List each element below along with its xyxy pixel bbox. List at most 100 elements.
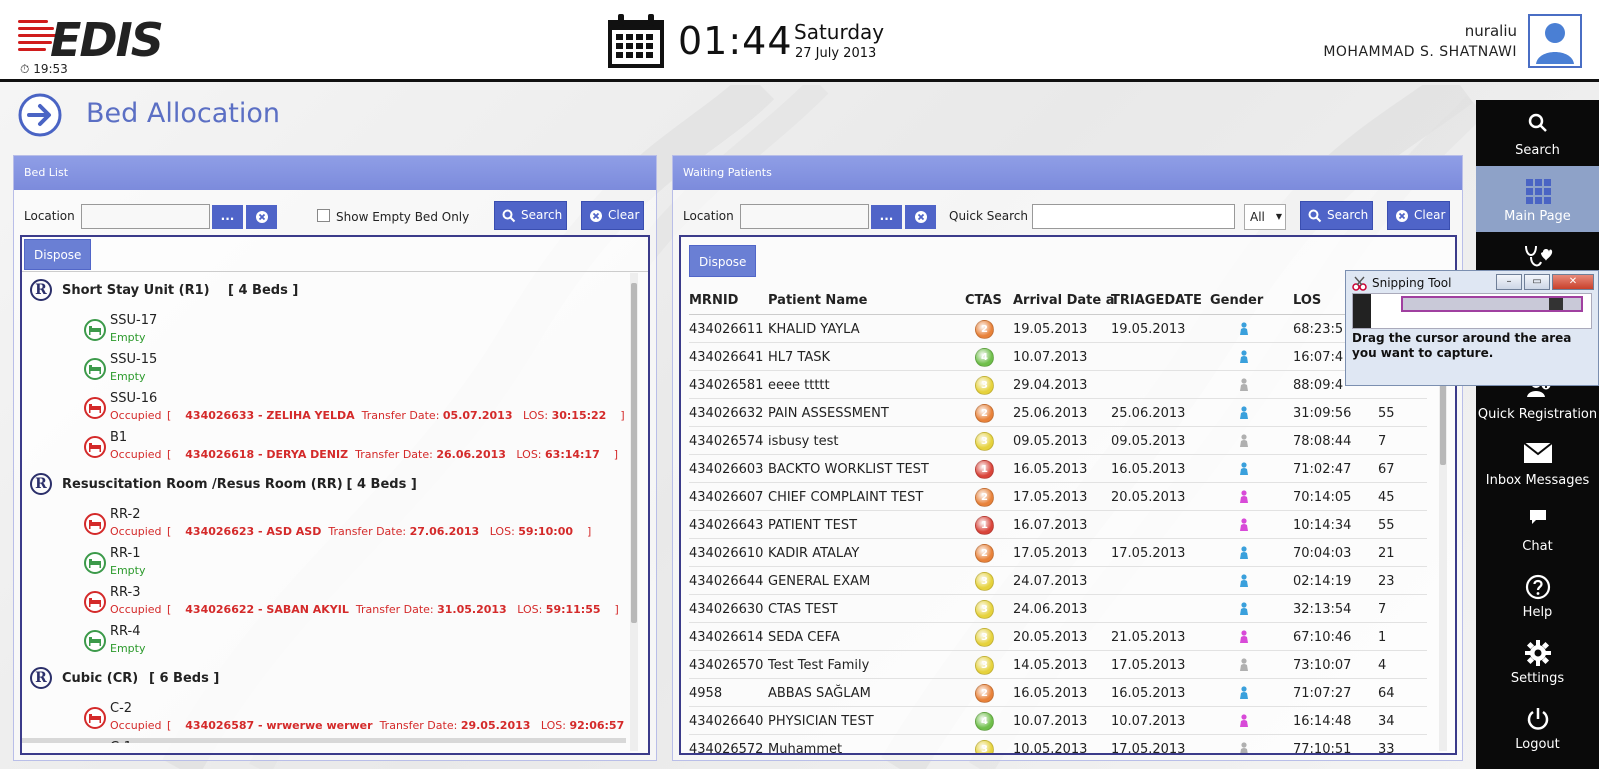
bed-item[interactable]: RR-3 Occupied [ 434026622 - SABAN AKYIL Tr… xyxy=(22,583,626,622)
bed-empty-icon xyxy=(84,630,106,652)
male-icon xyxy=(1240,462,1248,475)
bed-item[interactable]: C-1Occupied[ 734 - SUDE KOZAN Transfer D… xyxy=(22,738,626,743)
male-icon xyxy=(1240,602,1248,615)
table-row[interactable]: 434026632 PAIN ASSESSMENT 2 25.06.2013 25.06… xyxy=(689,399,1427,427)
bed-occupant-detail: [ 434026633 - ZELIHA YELDA Transfer Date… xyxy=(167,409,625,422)
user-avatar[interactable] xyxy=(1528,14,1582,68)
snipping-tool-window[interactable]: Snipping Tool – ▭ ✕ Drag the cursor arou… xyxy=(1345,270,1599,386)
bed-item[interactable]: SSU-15 Empty xyxy=(22,350,626,389)
sidebar-item-logout[interactable]: Logout xyxy=(1476,694,1599,760)
los-label: LOS: xyxy=(540,719,566,732)
sidebar-item-main-page[interactable]: Main Page xyxy=(1476,166,1599,232)
bed-group-header[interactable]: R Resuscitation Room /Resus Room (RR) [ 4 … xyxy=(22,467,626,505)
arrival-date-cell: 20.05.2013 xyxy=(1013,630,1088,645)
bed-name: SSU-16 xyxy=(110,391,158,406)
maximize-button[interactable]: ▭ xyxy=(1524,274,1550,290)
table-row[interactable]: 434026614 SEDA CEFA 3 20.05.2013 21.05.2013 6… xyxy=(689,623,1427,651)
bed-item[interactable]: RR-2 Occupied [ 434026623 - ASD ASD Transf… xyxy=(22,505,626,544)
sidebar-item-settings[interactable]: Settings xyxy=(1476,628,1599,694)
table-row[interactable]: 434026603 BACKTO WORKLIST TEST 1 16.05.2013… xyxy=(689,455,1427,483)
bed-list-scrollbar[interactable] xyxy=(630,273,638,751)
show-empty-bed-checkbox[interactable] xyxy=(317,209,330,222)
los-cell: 70:04:03 xyxy=(1293,546,1352,561)
ctas-level-badge: 2 xyxy=(975,320,994,339)
table-row[interactable]: 434026572 Muhammet 3 10.05.2013 17.05.2013 77… xyxy=(689,735,1427,753)
patient-name-cell: GENERAL EXAM xyxy=(768,574,871,589)
close-window-button[interactable]: ✕ xyxy=(1552,274,1594,290)
sidebar-item-label: Logout xyxy=(1515,737,1560,752)
bed-list-container: Dispose R Short Stay Unit (R1) [ 4 Beds ] S… xyxy=(20,235,650,755)
sidebar-item-inbox-messages[interactable]: Inbox Messages xyxy=(1476,430,1599,496)
waiting-search-button[interactable]: Search xyxy=(1300,201,1373,230)
bed-status: Occupied xyxy=(110,525,162,538)
table-row[interactable]: 434026643 PATIENT TEST 1 16.07.2013 10:14:34… xyxy=(689,511,1427,539)
transfer-date-value: 31.05.2013 xyxy=(437,603,507,616)
table-row[interactable]: 434026574 isbusy test 3 09.05.2013 09.05.201… xyxy=(689,427,1427,455)
transfer-date-value: 29.05.2013 xyxy=(460,719,531,732)
column-header[interactable]: TRIAGEDATE xyxy=(1111,293,1202,308)
table-row[interactable]: 434026611 KHALID YAYLA 2 19.05.2013 19.05.20… xyxy=(689,315,1427,343)
calendar-icon xyxy=(608,14,664,68)
waiting-dispose-button[interactable]: Dispose xyxy=(689,245,757,277)
column-header[interactable]: Arrival Date a xyxy=(1013,293,1114,308)
bed-location-browse-button[interactable]: ... xyxy=(212,205,243,229)
patient-name-cell: SEDA CEFA xyxy=(768,630,840,645)
bed-group-count: [ 6 Beds ] xyxy=(149,671,219,686)
bed-item[interactable]: SSU-17 Empty xyxy=(22,311,626,350)
waiting-location-clear-button[interactable] xyxy=(905,205,936,229)
bed-location-input[interactable] xyxy=(81,204,210,229)
sidebar-item-search[interactable]: Search xyxy=(1476,100,1599,166)
bed-name: RR-4 xyxy=(110,624,141,639)
quick-search-input[interactable] xyxy=(1032,204,1235,229)
room-r-icon: R xyxy=(30,473,52,495)
triage-date-cell: 17.05.2013 xyxy=(1111,546,1186,561)
table-row[interactable]: 434026610 KADIR ATALAY 2 17.05.2013 17.05.20… xyxy=(689,539,1427,567)
bed-list-scroll-thumb[interactable] xyxy=(631,283,637,623)
bed-occupied-icon xyxy=(84,436,106,458)
bed-item[interactable]: B1 Occupied [ 434026618 - DERYA DENIZ Tran… xyxy=(22,428,626,467)
close-circle-icon xyxy=(1396,210,1408,222)
bed-dispose-button[interactable]: Dispose xyxy=(24,239,92,270)
waiting-location-browse-button[interactable]: ... xyxy=(871,205,902,229)
bed-clear-button[interactable]: Clear xyxy=(581,201,644,230)
table-row[interactable]: 434026581 eeee ttttt 3 29.04.2013 88:09:4 xyxy=(689,371,1427,399)
column-header[interactable]: Gender xyxy=(1210,293,1263,308)
column-header[interactable]: CTAS xyxy=(965,293,1002,308)
bed-item[interactable]: SSU-16 Occupied [ 434026633 - ZELIHA YELDA… xyxy=(22,389,626,428)
column-header[interactable]: MRNID xyxy=(689,293,738,308)
bed-location-clear-button[interactable] xyxy=(246,205,277,229)
waiting-location-input[interactable] xyxy=(740,204,869,229)
waiting-clear-button[interactable]: Clear xyxy=(1387,201,1450,230)
column-header[interactable]: Patient Name xyxy=(768,293,867,308)
table-row[interactable]: 434026644 GENERAL EXAM 3 24.07.2013 02:14:19… xyxy=(689,567,1427,595)
table-row[interactable]: 434026641 HL7 TASK 4 10.07.2013 16:07:4 xyxy=(689,343,1427,371)
table-row[interactable]: 434026607 CHIEF COMPLAINT TEST 2 17.05.2013… xyxy=(689,483,1427,511)
bed-item[interactable]: RR-4 Empty xyxy=(22,622,626,661)
bed-group-header[interactable]: R Cubic (CR) [ 6 Beds ] xyxy=(22,661,626,699)
arrival-date-cell: 24.06.2013 xyxy=(1013,602,1088,617)
extra-cell: 23 xyxy=(1378,574,1395,589)
column-header[interactable]: LOS xyxy=(1293,293,1321,308)
bed-search-button[interactable]: Search xyxy=(494,201,567,230)
elapsed-time-value: 19:53 xyxy=(33,62,68,76)
table-row[interactable]: 4958 ABBAS SAĞLAM 2 16.05.2013 16.05.2013 71:… xyxy=(689,679,1427,707)
mrnid-cell: 434026581 xyxy=(689,378,764,393)
bed-item[interactable]: RR-1 Empty xyxy=(22,544,626,583)
bed-name: RR-2 xyxy=(110,507,141,522)
extra-cell: 34 xyxy=(1378,714,1395,729)
minimize-button[interactable]: – xyxy=(1496,274,1522,290)
bed-group-name: Cubic (CR) xyxy=(62,671,139,686)
table-row[interactable]: 434026570 Test Test Family 3 14.05.2013 17.0… xyxy=(689,651,1427,679)
bed-item[interactable]: C-2 Occupied [ 434026587 - wrwerwe werwer … xyxy=(22,699,626,738)
triage-date-cell: 16.05.2013 xyxy=(1111,462,1186,477)
filter-select[interactable]: All ▼ xyxy=(1244,204,1286,230)
sidebar-item-help[interactable]: Help xyxy=(1476,562,1599,628)
bed-group-header[interactable]: R Short Stay Unit (R1) [ 4 Beds ] xyxy=(22,273,626,311)
bed-status: Occupied xyxy=(110,409,162,422)
table-row[interactable]: 434026630 CTAS TEST 3 24.06.2013 32:13:54 7 xyxy=(689,595,1427,623)
female-icon xyxy=(1240,630,1248,643)
patient-name-cell: PHYSICIAN TEST xyxy=(768,714,874,729)
transfer-date-label: Transfer Date: xyxy=(361,409,440,422)
sidebar-item-chat[interactable]: Chat xyxy=(1476,496,1599,562)
table-row[interactable]: 434026640 PHYSICIAN TEST 4 10.07.2013 10.07.… xyxy=(689,707,1427,735)
